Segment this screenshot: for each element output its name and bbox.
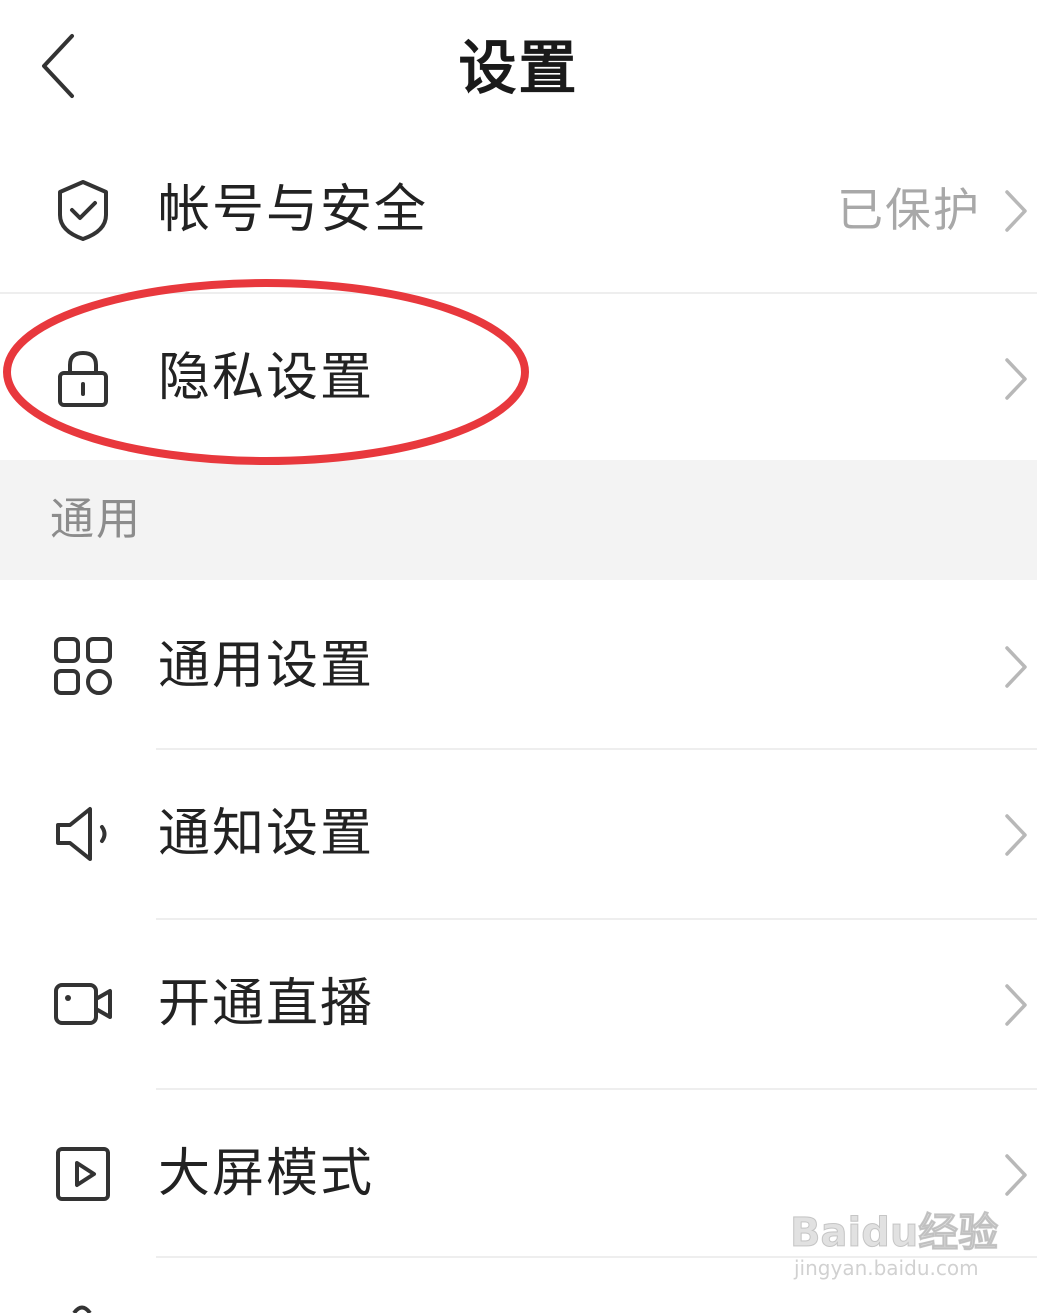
grid-apps-icon bbox=[54, 637, 112, 695]
section-title: 通用 bbox=[50, 494, 142, 545]
speaker-icon bbox=[56, 807, 107, 861]
video-camera-icon bbox=[54, 983, 112, 1025]
row-label: 通知设置 bbox=[158, 804, 375, 864]
chevron-right-icon bbox=[1005, 646, 1027, 688]
row-notification-settings[interactable]: 通知设置 bbox=[0, 750, 1037, 918]
row-label: 帐号与安全 bbox=[158, 180, 429, 240]
chevron-right-icon bbox=[1005, 984, 1027, 1026]
shield-check-icon bbox=[58, 180, 108, 241]
partial-row-icon bbox=[72, 1305, 92, 1313]
chevron-right-icon bbox=[1005, 1154, 1027, 1196]
row-big-screen-mode[interactable]: 大屏模式 bbox=[0, 1090, 1037, 1258]
chevron-right-icon bbox=[1005, 358, 1027, 400]
row-privacy-settings[interactable]: 隐私设置 bbox=[0, 294, 1037, 462]
row-start-live[interactable]: 开通直播 bbox=[0, 920, 1037, 1088]
chevron-right-icon bbox=[1005, 190, 1027, 232]
status-value: 已保护 bbox=[837, 183, 981, 237]
row-general-settings[interactable]: 通用设置 bbox=[0, 582, 1037, 750]
divider bbox=[156, 1256, 1037, 1258]
row-account-security[interactable]: 帐号与安全 已保护 bbox=[0, 126, 1037, 294]
row-label: 开通直播 bbox=[158, 974, 375, 1034]
play-square-icon bbox=[56, 1147, 110, 1201]
nav-header: 设置 bbox=[0, 0, 1037, 140]
page-title: 设置 bbox=[458, 34, 579, 102]
row-label: 通用设置 bbox=[158, 636, 375, 696]
row-label: 隐私设置 bbox=[158, 348, 375, 408]
lock-icon bbox=[58, 350, 108, 407]
row-label: 大屏模式 bbox=[158, 1144, 375, 1204]
chevron-right-icon bbox=[1005, 814, 1027, 856]
watermark-url: jingyan.baidu.com bbox=[794, 1256, 979, 1280]
section-header-general: 通用 bbox=[0, 460, 1037, 580]
